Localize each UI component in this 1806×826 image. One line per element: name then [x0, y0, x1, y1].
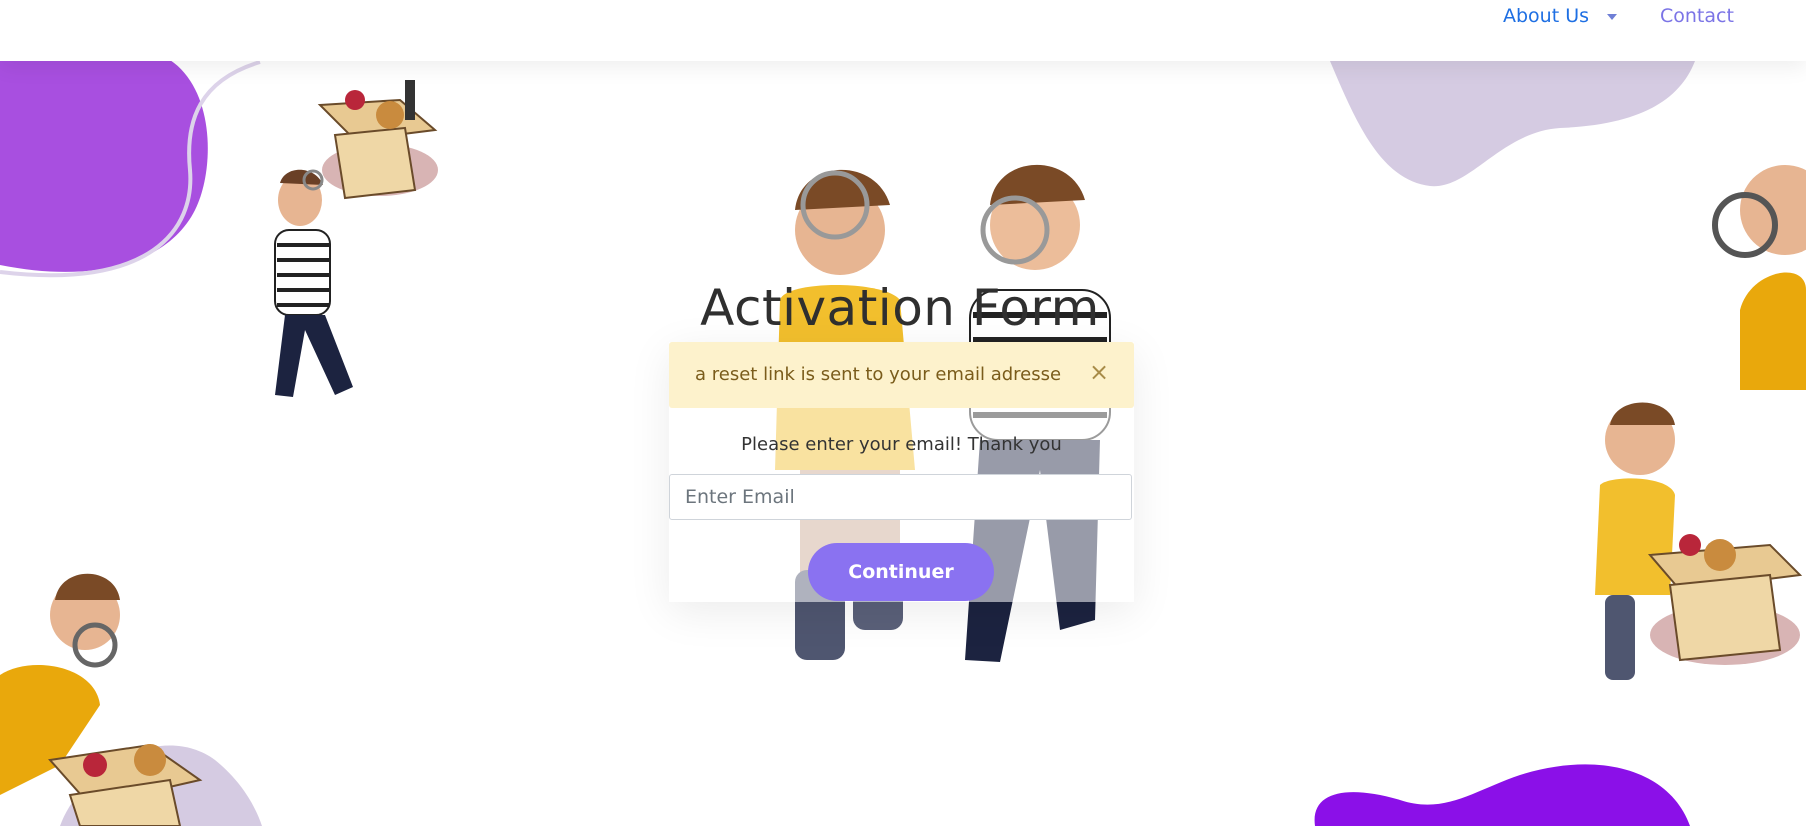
chevron-down-icon[interactable] [1607, 13, 1618, 20]
alert-banner: a reset link is sent to your email adres… [669, 342, 1134, 408]
email-input[interactable] [669, 474, 1132, 520]
form-instructions: Please enter your email! Thank you [741, 434, 1062, 455]
continue-button[interactable]: Continuer [808, 543, 994, 601]
top-navbar: About Us Contact [0, 0, 1806, 61]
close-icon[interactable]: × [1089, 358, 1109, 386]
top-left-purple-blob [0, 60, 208, 272]
nav-about-us-label: About Us [1503, 5, 1590, 27]
boy-with-magnifier-illustration [274, 169, 353, 397]
nav-contact[interactable]: Contact [1660, 5, 1734, 27]
bottom-left-boy-and-box-illustration [0, 573, 203, 826]
alert-message: a reset link is sent to your email adres… [695, 364, 1062, 385]
lost-found-box-and-boy-illustration [1595, 402, 1803, 680]
peeking-boy-illustration [1712, 165, 1806, 390]
nav-about-us[interactable]: About Us [1503, 5, 1618, 27]
page-title: Activation Form [700, 279, 1100, 337]
top-right-lilac-blob [1330, 61, 1695, 187]
bottom-right-violet-blob [1314, 764, 1690, 826]
